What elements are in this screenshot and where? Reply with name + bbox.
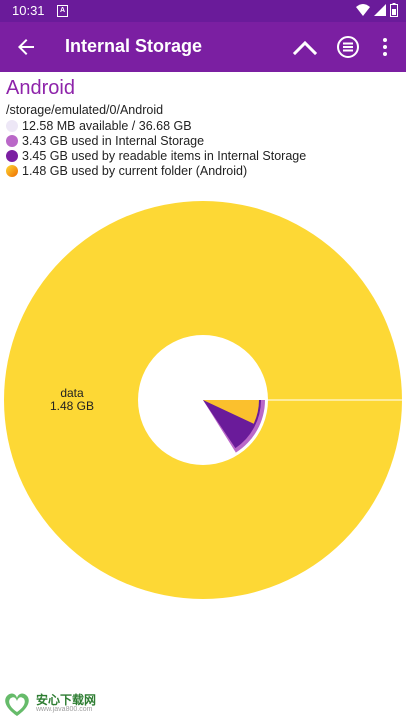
folder-path: /storage/emulated/0/Android	[6, 103, 164, 117]
overflow-menu-icon[interactable]	[377, 35, 393, 59]
legend-dot	[6, 134, 18, 147]
legend-label: 1.48 GB used by current folder (Android)	[22, 163, 248, 178]
status-time: 10:31	[12, 3, 45, 18]
folder-title: Android	[6, 77, 75, 99]
heart-logo-icon	[5, 693, 29, 716]
notification-icon: A	[57, 5, 68, 17]
app-bar: Internal Storage	[0, 22, 406, 72]
legend-dot	[6, 119, 18, 132]
legend-label: 3.43 GB used in Internal Storage	[22, 133, 205, 148]
legend-available: 12.58 MB available / 36.68 GB	[6, 118, 192, 133]
signal-icon	[374, 4, 386, 16]
list-menu-icon[interactable]	[336, 35, 360, 59]
legend-label: 3.45 GB used by readable items in Intern…	[22, 148, 307, 163]
legend-dot	[6, 149, 18, 162]
slice-value: 1.48 GB	[49, 399, 95, 413]
app-bar-title: Internal Storage	[65, 36, 203, 56]
legend-used-internal: 3.43 GB used in Internal Storage	[6, 133, 204, 148]
legend-dot	[6, 164, 18, 177]
legend-used-readable: 3.45 GB used by readable items in Intern…	[6, 148, 306, 163]
watermark-title: 安心下载网	[36, 693, 97, 707]
watermark: 安心下载网 www.java800.com	[2, 690, 122, 718]
status-bar: 10:31 A	[0, 0, 406, 22]
watermark-url: www.java800.com	[36, 706, 93, 713]
back-arrow-icon[interactable]	[14, 35, 38, 59]
slice-label-data: data 1.48 GB	[46, 387, 98, 413]
legend-current-folder: 1.48 GB used by current folder (Android)	[6, 163, 247, 178]
legend-label: 12.58 MB available / 36.68 GB	[22, 118, 192, 133]
wifi-icon	[356, 4, 370, 16]
battery-icon	[390, 3, 398, 17]
chevron-up-icon[interactable]	[292, 35, 318, 59]
